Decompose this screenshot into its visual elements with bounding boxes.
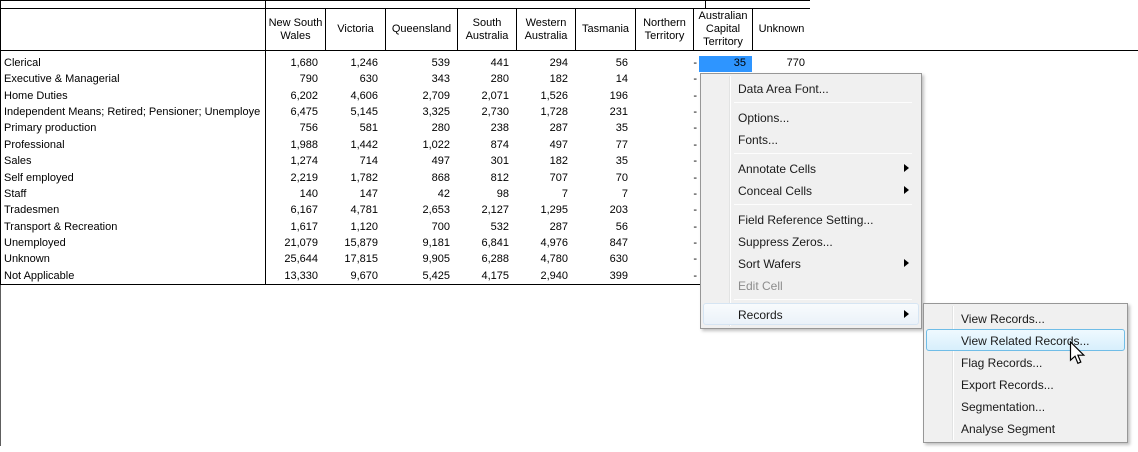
data-cell[interactable]: 630 <box>308 71 378 87</box>
row-label[interactable]: Unemployed <box>4 235 260 251</box>
data-cell[interactable]: 5,145 <box>308 104 378 120</box>
data-cell[interactable]: - <box>627 71 697 87</box>
data-cell[interactable]: - <box>627 104 697 120</box>
row-label[interactable]: Professional <box>4 137 260 153</box>
crosstab-table-view: New South WalesVictoriaQueenslandSouth A… <box>0 0 1138 452</box>
menu-item-options[interactable]: Options... <box>703 106 919 128</box>
data-cell[interactable]: - <box>627 251 697 267</box>
table-bottom-line <box>0 284 810 285</box>
menu-separator <box>734 102 912 103</box>
column-header-unknown[interactable]: Unknown <box>752 9 810 50</box>
data-cell[interactable]: 7 <box>558 186 628 202</box>
data-cell[interactable]: - <box>627 268 697 284</box>
data-cell[interactable]: - <box>627 137 697 153</box>
data-cell[interactable]: 714 <box>308 153 378 169</box>
menu-item-fonts[interactable]: Fonts... <box>703 128 919 150</box>
column-header-new-south-wales[interactable]: New South Wales <box>265 9 325 50</box>
submenu-item-view-related-records[interactable]: View Related Records... <box>926 329 1125 351</box>
data-cell[interactable]: 581 <box>308 120 378 136</box>
submenu-item-view-records[interactable]: View Records... <box>926 307 1125 329</box>
data-cell[interactable]: 77 <box>558 137 628 153</box>
submenu-item-export-records[interactable]: Export Records... <box>926 373 1125 395</box>
row-label[interactable]: Transport & Recreation <box>4 219 260 235</box>
mouse-cursor <box>1069 341 1087 367</box>
data-cell[interactable]: - <box>627 88 697 104</box>
data-cell[interactable]: 4,781 <box>308 202 378 218</box>
data-cell[interactable]: 847 <box>558 235 628 251</box>
data-cell[interactable]: 1,442 <box>308 137 378 153</box>
data-cell[interactable]: - <box>627 153 697 169</box>
row-label[interactable]: Executive & Managerial <box>4 71 260 87</box>
data-cell[interactable]: 14 <box>558 71 628 87</box>
submenu-item-flag-records[interactable]: Flag Records... <box>926 351 1125 373</box>
menu-item-sort-wafers[interactable]: Sort Wafers <box>703 252 919 274</box>
table-top-line <box>0 0 810 1</box>
data-cell[interactable]: 630 <box>558 251 628 267</box>
row-label[interactable]: Self employed <box>4 170 260 186</box>
menu-item-records[interactable]: Records <box>703 303 919 325</box>
records-submenu: View Records...View Related Records...Fl… <box>923 303 1128 443</box>
data-cell[interactable]: - <box>627 120 697 136</box>
context-menu: Data Area Font... Options...Fonts... Annot… <box>700 73 922 329</box>
column-header-victoria[interactable]: Victoria <box>325 9 385 50</box>
data-cell[interactable]: 35 <box>558 120 628 136</box>
top-strip-stub-line <box>705 0 706 8</box>
data-cell[interactable]: 1,120 <box>308 219 378 235</box>
menu-item-conceal-cells[interactable]: Conceal Cells <box>703 179 919 201</box>
data-cell[interactable]: 56 <box>558 219 628 235</box>
data-cell[interactable]: 15,879 <box>308 235 378 251</box>
column-header-queensland[interactable]: Queensland <box>385 9 457 50</box>
data-cell[interactable]: 17,815 <box>308 251 378 267</box>
data-cell[interactable]: 231 <box>558 104 628 120</box>
data-cell[interactable]: 4,606 <box>308 88 378 104</box>
row-label[interactable]: Not Applicable <box>4 268 260 284</box>
row-label[interactable]: Unknown <box>4 251 260 267</box>
data-cell[interactable]: - <box>627 170 697 186</box>
menu-item-suppress-zeros[interactable]: Suppress Zeros... <box>703 230 919 252</box>
row-label[interactable]: Staff <box>4 186 260 202</box>
data-cell[interactable]: 35 <box>558 153 628 169</box>
data-cell[interactable]: 399 <box>558 268 628 284</box>
menu-separator <box>734 204 912 205</box>
table-left-border <box>0 0 1 285</box>
pane-left-border <box>0 285 1 446</box>
data-cell[interactable]: 1,782 <box>308 170 378 186</box>
row-label[interactable]: Tradesmen <box>4 202 260 218</box>
header-bottom-line <box>0 50 1138 51</box>
row-label[interactable]: Primary production <box>4 120 260 136</box>
data-cell[interactable]: 196 <box>558 88 628 104</box>
data-cell[interactable]: - <box>627 235 697 251</box>
row-label[interactable]: Sales <box>4 153 260 169</box>
menu-item-data-area-font[interactable]: Data Area Font... <box>703 77 919 99</box>
column-header-tasmania[interactable]: Tasmania <box>575 9 635 50</box>
data-cell[interactable]: - <box>627 219 697 235</box>
menu-separator <box>734 299 912 300</box>
menu-item-edit-cell[interactable]: Edit Cell <box>703 274 919 296</box>
menu-item-field-reference-setting[interactable]: Field Reference Setting... <box>703 208 919 230</box>
submenu-item-analyse-segment[interactable]: Analyse Segment <box>926 417 1125 439</box>
row-label[interactable]: Clerical <box>4 55 260 71</box>
data-cell[interactable]: 70 <box>558 170 628 186</box>
menu-separator <box>734 153 912 154</box>
data-cell[interactable]: 1,246 <box>308 55 378 71</box>
row-label[interactable]: Home Duties <box>4 88 260 104</box>
data-cell[interactable]: - <box>627 186 697 202</box>
data-cell[interactable]: 770 <box>735 55 805 71</box>
submenu-item-segmentation[interactable]: Segmentation... <box>926 395 1125 417</box>
column-header-australian-capital-territory[interactable]: Australian Capital Territory <box>693 9 752 50</box>
row-label[interactable]: Independent Means; Retired; Pensioner; U… <box>4 104 260 120</box>
data-cell[interactable]: - <box>627 202 697 218</box>
data-cell[interactable]: 56 <box>558 55 628 71</box>
column-header-northern-territory[interactable]: Northern Territory <box>635 9 693 50</box>
menu-item-annotate-cells[interactable]: Annotate Cells <box>703 157 919 179</box>
data-cell[interactable]: 203 <box>558 202 628 218</box>
data-cell[interactable]: 9,670 <box>308 268 378 284</box>
column-header-western-australia[interactable]: Western Australia <box>516 9 575 50</box>
data-cell[interactable]: 147 <box>308 186 378 202</box>
column-header-south-australia[interactable]: South Australia <box>457 9 516 50</box>
